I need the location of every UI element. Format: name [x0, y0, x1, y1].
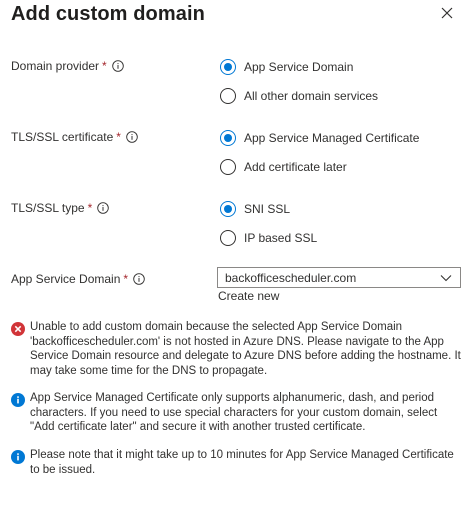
required-mark: *: [87, 201, 93, 215]
create-new-link[interactable]: Create new: [218, 289, 279, 303]
radio-label: SNI SSL: [244, 202, 291, 216]
tls-type-label: TLS/SSL type *: [11, 201, 110, 215]
error-message: Unable to add custom domain because the …: [11, 320, 463, 378]
info-icon[interactable]: [97, 202, 110, 214]
close-icon: [441, 7, 453, 19]
info-icon[interactable]: [126, 131, 138, 143]
tls-type-label-text: TLS/SSL type: [11, 201, 85, 215]
info-message-text: Please note that it might take up to 10 …: [30, 449, 454, 476]
close-button[interactable]: [437, 3, 457, 23]
domain-provider-label-text: Domain provider: [11, 59, 100, 73]
radio-unselected-indicator: [220, 88, 236, 104]
info-filled-icon: [11, 450, 25, 464]
radio-label: App Service Domain: [244, 60, 354, 74]
radio-selected-indicator: [220, 59, 236, 75]
radio-ip-based-ssl[interactable]: IP based SSL: [220, 230, 317, 246]
app-service-domain-label-text: App Service Domain: [11, 272, 121, 286]
radio-label: IP based SSL: [244, 231, 318, 245]
app-service-domain-label: App Service Domain *: [11, 272, 145, 286]
radio-add-certificate-later[interactable]: Add certificate later: [220, 159, 347, 175]
radio-label: App Service Managed Certificate: [244, 131, 420, 145]
info-icon[interactable]: [111, 60, 124, 72]
radio-label: Add certificate later: [244, 160, 347, 174]
tls-certificate-label-text: TLS/SSL certificate: [11, 130, 114, 144]
radio-sni-ssl[interactable]: SNI SSL: [220, 201, 290, 217]
chevron-down-icon: [440, 274, 452, 281]
tls-certificate-label: TLS/SSL certificate *: [11, 130, 138, 144]
info-icon[interactable]: [133, 273, 145, 285]
radio-all-other-domain-services[interactable]: All other domain services: [220, 88, 378, 104]
app-service-domain-dropdown[interactable]: backofficescheduler.com: [217, 267, 461, 288]
error-message-text: Unable to add custom domain because the …: [30, 321, 461, 377]
info-message-certificate-timing: Please note that it might take up to 10 …: [11, 448, 463, 477]
info-message-text: App Service Managed Certificate only sup…: [30, 392, 438, 434]
page-title: Add custom domain: [11, 3, 205, 25]
required-mark: *: [116, 130, 121, 144]
info-message-certificate-characters: App Service Managed Certificate only sup…: [11, 391, 463, 435]
required-mark: *: [102, 59, 107, 73]
radio-label: All other domain services: [244, 89, 379, 103]
radio-selected-indicator: [220, 130, 236, 146]
radio-unselected-indicator: [220, 230, 236, 246]
error-icon: [11, 322, 25, 336]
radio-selected-indicator: [220, 201, 236, 217]
domain-provider-label: Domain provider *: [11, 59, 124, 73]
radio-app-service-managed-certificate[interactable]: App Service Managed Certificate: [220, 130, 419, 146]
radio-unselected-indicator: [220, 159, 236, 175]
info-filled-icon: [11, 393, 25, 407]
dropdown-selected-value: backofficescheduler.com: [225, 270, 357, 285]
add-custom-domain-panel: Add custom domain Domain provider * App …: [0, 0, 474, 507]
radio-app-service-domain[interactable]: App Service Domain: [220, 59, 353, 75]
required-mark: *: [123, 272, 129, 286]
